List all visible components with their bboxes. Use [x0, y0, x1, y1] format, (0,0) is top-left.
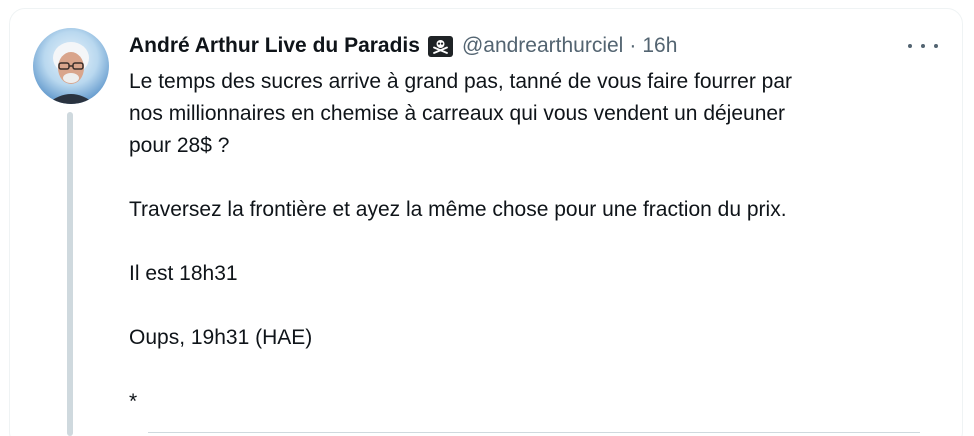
- author-display-name[interactable]: André Arthur Live du Paradis: [129, 34, 420, 58]
- more-options-icon[interactable]: [908, 36, 938, 56]
- avatar[interactable]: [33, 28, 109, 104]
- tweet-timestamp[interactable]: 16h: [642, 34, 677, 58]
- tweet-line: pour 28$ ?: [129, 134, 230, 157]
- header-separator: ·: [629, 34, 637, 57]
- tweet-text: Le temps des sucres arrive à grand pas, …: [129, 66, 919, 418]
- avatar-portrait-icon: [47, 42, 95, 104]
- tweet-card[interactable]: André Arthur Live du Paradis @andrearthu…: [0, 0, 974, 436]
- embedded-card-top-border: [148, 432, 920, 433]
- tweet-paragraph: Oups, 19h31 (HAE): [129, 326, 313, 349]
- tweet-line: nos millionnaires en chemise à carreaux …: [129, 102, 786, 125]
- more-dot: [921, 44, 925, 48]
- more-dot: [934, 44, 938, 48]
- tweet-header: André Arthur Live du Paradis @andrearthu…: [129, 31, 677, 61]
- more-dot: [908, 44, 912, 48]
- author-handle[interactable]: @andrearthurciel: [462, 34, 623, 58]
- thread-connector-line: [67, 112, 73, 436]
- skull-crossbones-icon: [427, 35, 453, 57]
- tweet-paragraph: Il est 18h31: [129, 262, 238, 285]
- tweet-paragraph: *: [129, 390, 138, 413]
- tweet-paragraph: Traversez la frontière et ayez la même c…: [129, 198, 787, 221]
- tweet-line: Le temps des sucres arrive à grand pas, …: [129, 70, 793, 93]
